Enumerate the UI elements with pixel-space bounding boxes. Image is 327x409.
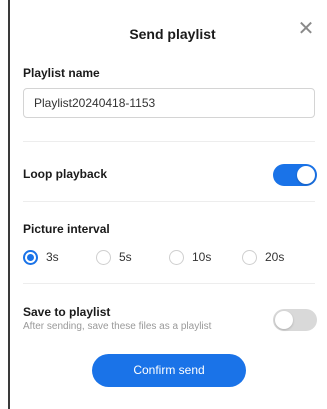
screen: Send playlist ✕ Playlist name Loop playb… — [0, 0, 327, 409]
radio-dot — [23, 249, 38, 265]
radio-dot — [96, 249, 111, 265]
confirm-send-button[interactable]: Confirm send — [92, 354, 246, 387]
toggle-knob — [275, 311, 293, 329]
loop-playback-label: Loop playback — [23, 167, 108, 181]
interval-option-20s[interactable]: 20s — [242, 248, 284, 266]
divider — [23, 201, 315, 202]
radio-label: 5s — [119, 250, 132, 264]
save-to-playlist-toggle[interactable] — [273, 309, 317, 331]
interval-option-10s[interactable]: 10s — [169, 248, 211, 266]
picture-interval-label: Picture interval — [23, 222, 110, 236]
toggle-knob — [297, 166, 315, 184]
radio-dot — [242, 249, 257, 265]
playlist-name-label: Playlist name — [23, 66, 100, 80]
playlist-name-input[interactable] — [23, 88, 315, 118]
divider — [23, 141, 315, 142]
radio-label: 10s — [192, 250, 212, 264]
save-to-playlist-label: Save to playlist — [23, 305, 111, 319]
radio-label: 20s — [265, 250, 285, 264]
interval-option-5s[interactable]: 5s — [96, 248, 132, 266]
radio-label: 3s — [46, 250, 59, 264]
radio-dot — [169, 249, 184, 265]
close-icon[interactable]: ✕ — [297, 19, 315, 39]
dialog-title: Send playlist — [129, 26, 216, 42]
send-playlist-dialog: Send playlist ✕ Playlist name Loop playb… — [10, 0, 327, 409]
save-to-playlist-hint: After sending, save these files as a pla… — [23, 321, 212, 332]
divider — [23, 283, 315, 284]
picture-interval-radio-group: 3s 5s 10s 20s — [23, 248, 315, 266]
interval-option-3s[interactable]: 3s — [23, 248, 59, 266]
loop-playback-toggle[interactable] — [273, 164, 317, 186]
